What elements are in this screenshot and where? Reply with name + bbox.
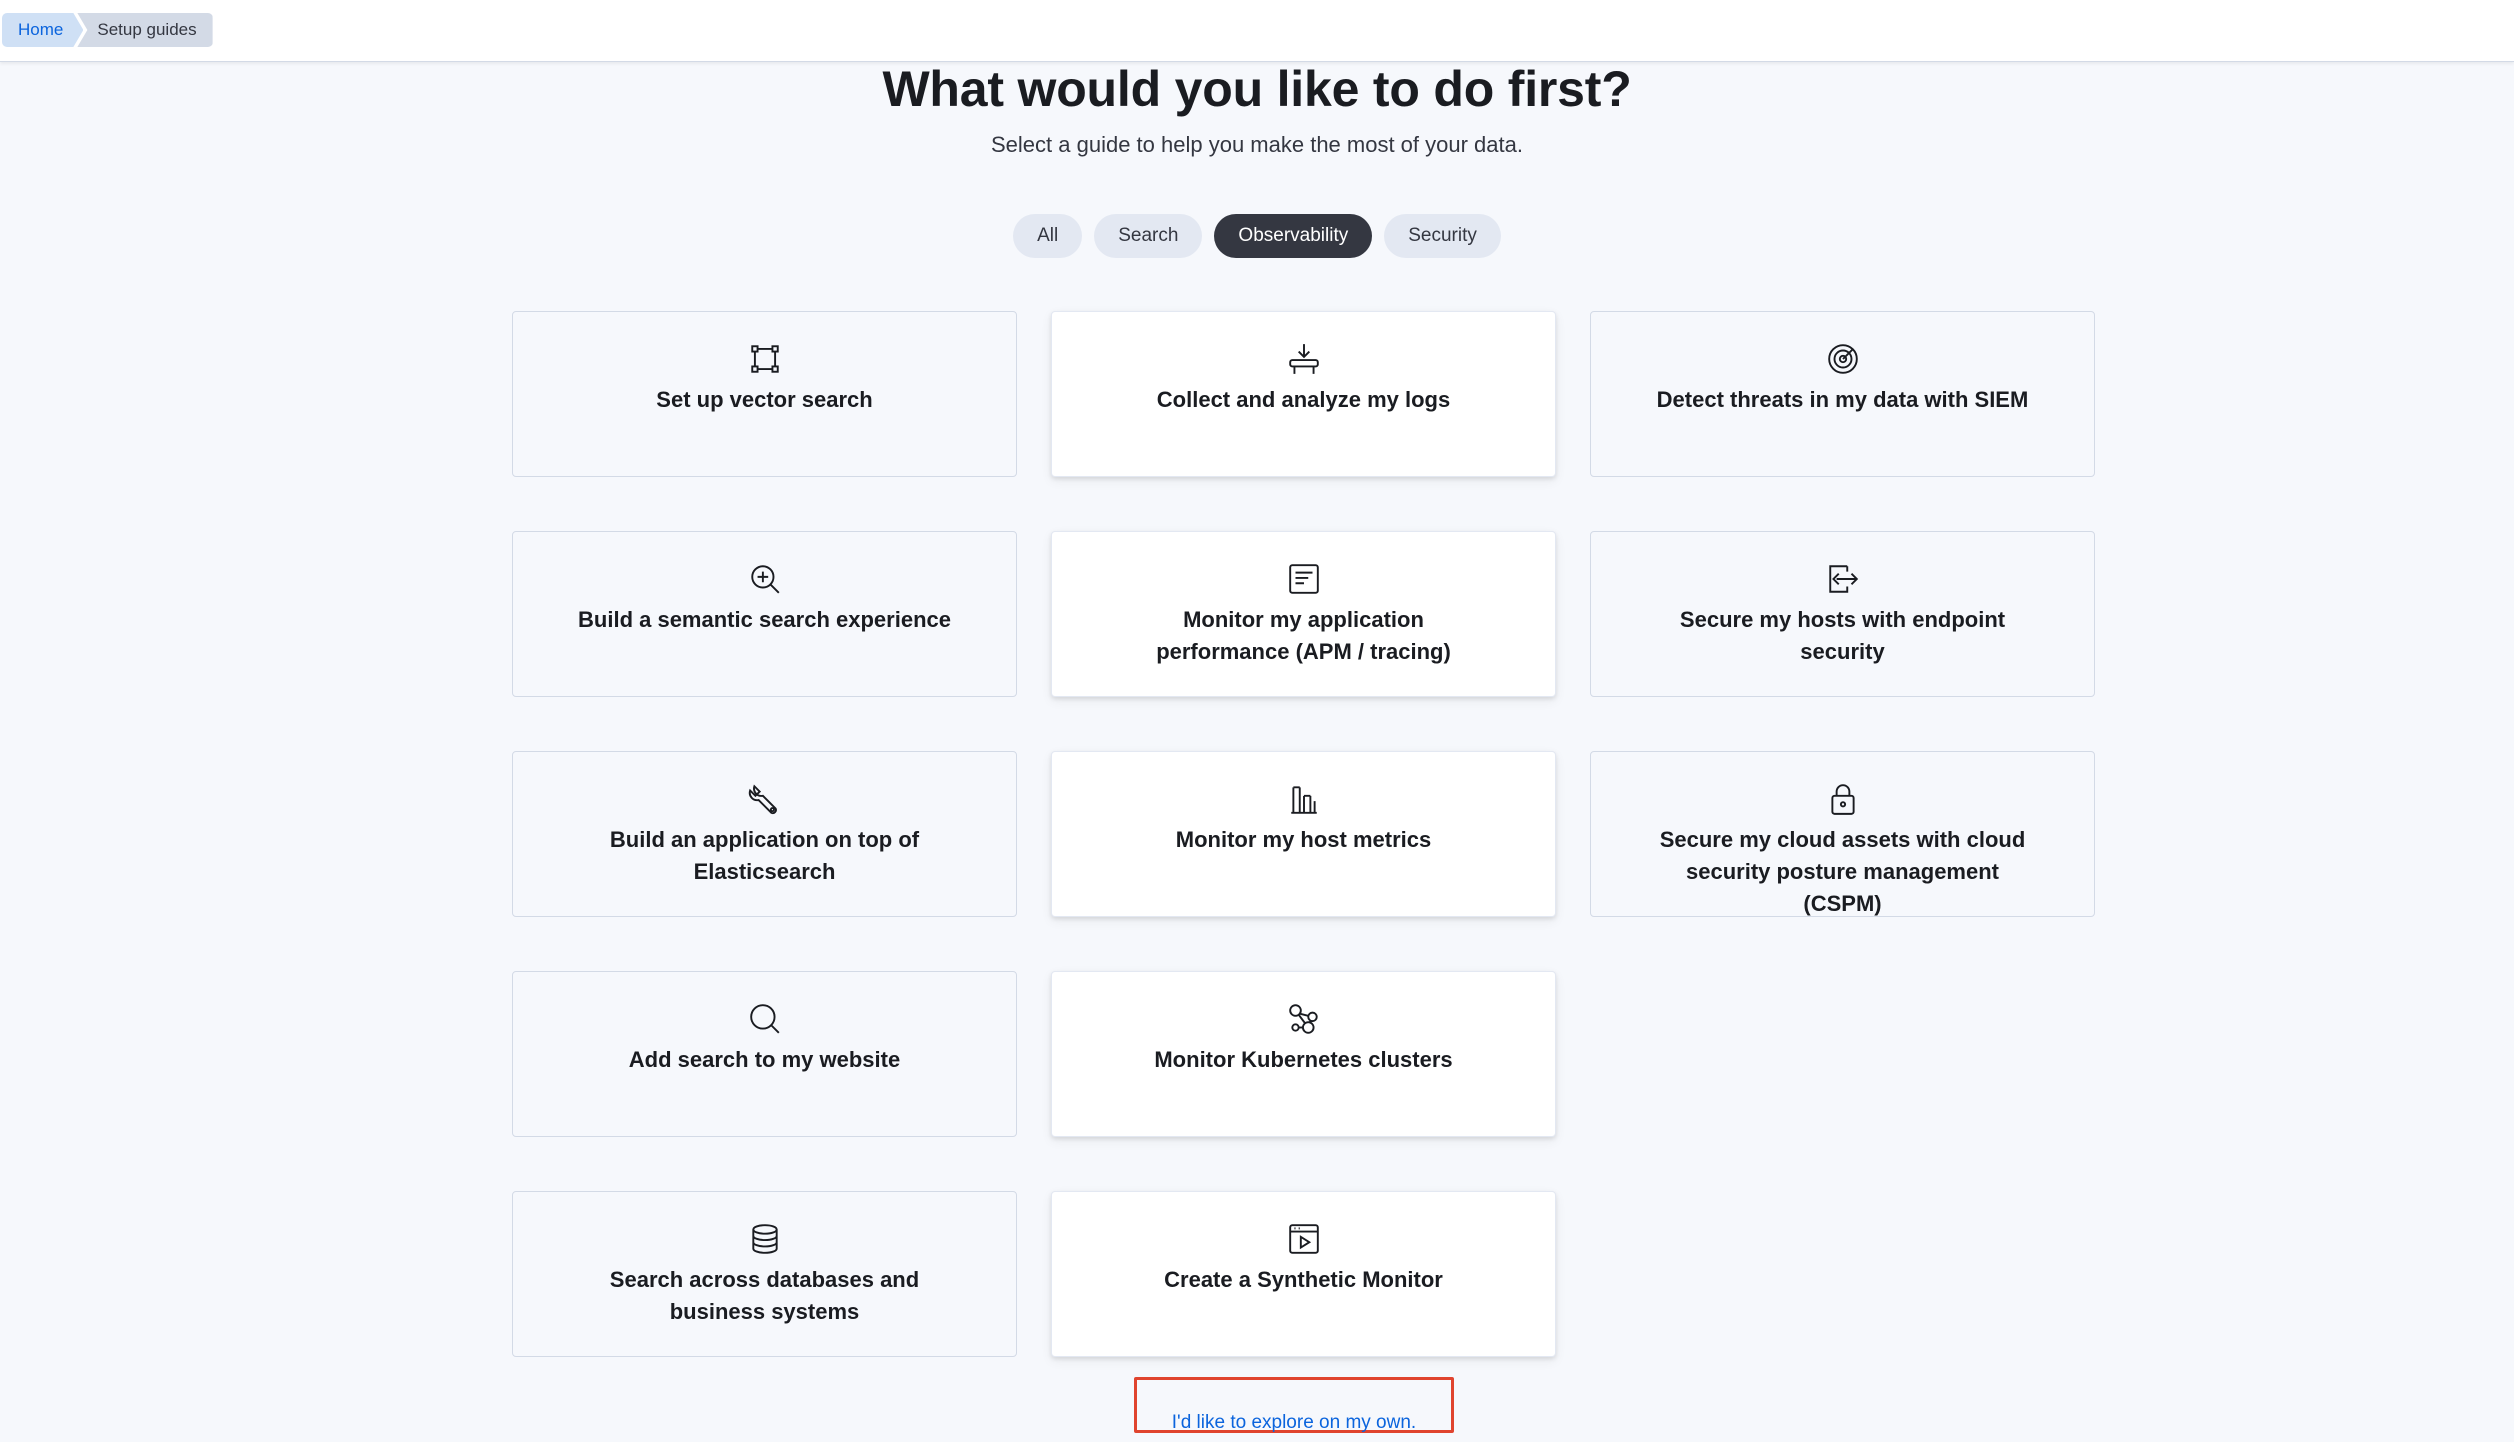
card-label: Secure my hosts with endpoint security bbox=[1679, 607, 2006, 664]
card-label: Secure my cloud assets with cloud securi… bbox=[1659, 827, 2026, 916]
card-monitor-apm[interactable]: Monitor my application performance (APM … bbox=[1051, 531, 1556, 697]
card-label: Search across databases and business sys… bbox=[609, 1267, 920, 1324]
card-endpoint-security[interactable]: Secure my hosts with endpoint security bbox=[1590, 531, 2095, 697]
breadcrumb-setup-guides: Setup guides bbox=[77, 13, 213, 47]
metrics-icon bbox=[1287, 782, 1321, 816]
card-detect-threats[interactable]: Detect threats in my data with SIEM bbox=[1590, 311, 2095, 477]
search-icon bbox=[748, 1002, 782, 1036]
card-label: Create a Synthetic Monitor bbox=[1164, 1267, 1443, 1292]
card-website-search[interactable]: Add search to my website bbox=[512, 971, 1017, 1137]
card-databases[interactable]: Search across databases and business sys… bbox=[512, 1191, 1017, 1357]
page-title: What would you like to do first? bbox=[882, 61, 1632, 117]
document-list-icon bbox=[1287, 562, 1321, 596]
log-ingest-icon bbox=[1287, 342, 1321, 376]
filter-search[interactable]: Search bbox=[1094, 214, 1203, 258]
card-label: Monitor Kubernetes clusters bbox=[1154, 1047, 1453, 1072]
card-cspm[interactable]: Secure my cloud assets with cloud securi… bbox=[1590, 751, 2095, 917]
card-label: Monitor my host metrics bbox=[1175, 827, 1432, 852]
card-label: Detect threats in my data with SIEM bbox=[1656, 387, 2029, 412]
video-player-icon bbox=[1287, 1222, 1321, 1256]
zoom-in-icon bbox=[748, 562, 782, 596]
card-label: Collect and analyze my logs bbox=[1156, 387, 1451, 412]
explore-highlight-box: I'd like to explore on my own. bbox=[1134, 1377, 1454, 1433]
database-icon bbox=[748, 1222, 782, 1256]
card-build-application[interactable]: Build an application on top of Elasticse… bbox=[512, 751, 1017, 917]
explore-on-own-link[interactable]: I'd like to explore on my own. bbox=[1137, 1412, 1451, 1434]
card-host-metrics[interactable]: Monitor my host metrics bbox=[1051, 751, 1556, 917]
page-subtitle: Select a guide to help you make the most… bbox=[991, 132, 1523, 157]
card-label: Build a semantic search experience bbox=[578, 607, 951, 632]
guide-card-grid: Set up vector search Build a semantic se… bbox=[512, 311, 2095, 1361]
card-kubernetes[interactable]: Monitor Kubernetes clusters bbox=[1051, 971, 1556, 1137]
card-vector-search[interactable]: Set up vector search bbox=[512, 311, 1017, 477]
breadcrumb-home[interactable]: Home bbox=[2, 13, 83, 47]
card-collect-logs[interactable]: Collect and analyze my logs bbox=[1051, 311, 1556, 477]
guide-filter-group: All Search Observability Security bbox=[0, 214, 2514, 258]
export-icon bbox=[1826, 562, 1860, 596]
breadcrumb: Home Setup guides bbox=[2, 13, 213, 47]
card-label: Build an application on top of Elasticse… bbox=[609, 827, 920, 884]
top-header-bar: Home Setup guides bbox=[0, 0, 2514, 62]
lock-icon bbox=[1826, 782, 1860, 816]
card-label: Set up vector search bbox=[656, 387, 873, 412]
filter-observability[interactable]: Observability bbox=[1214, 214, 1373, 258]
filter-all[interactable]: All bbox=[1013, 214, 1083, 258]
card-synthetic-monitor[interactable]: Create a Synthetic Monitor bbox=[1051, 1191, 1556, 1357]
card-label: Monitor my application performance (APM … bbox=[1156, 607, 1451, 664]
vector-icon bbox=[748, 342, 782, 376]
cluster-icon bbox=[1287, 1002, 1321, 1036]
wrench-icon bbox=[748, 782, 782, 816]
card-label: Add search to my website bbox=[628, 1047, 901, 1072]
filter-security[interactable]: Security bbox=[1384, 214, 1501, 258]
card-semantic-search[interactable]: Build a semantic search experience bbox=[512, 531, 1017, 697]
radar-icon bbox=[1826, 342, 1860, 376]
